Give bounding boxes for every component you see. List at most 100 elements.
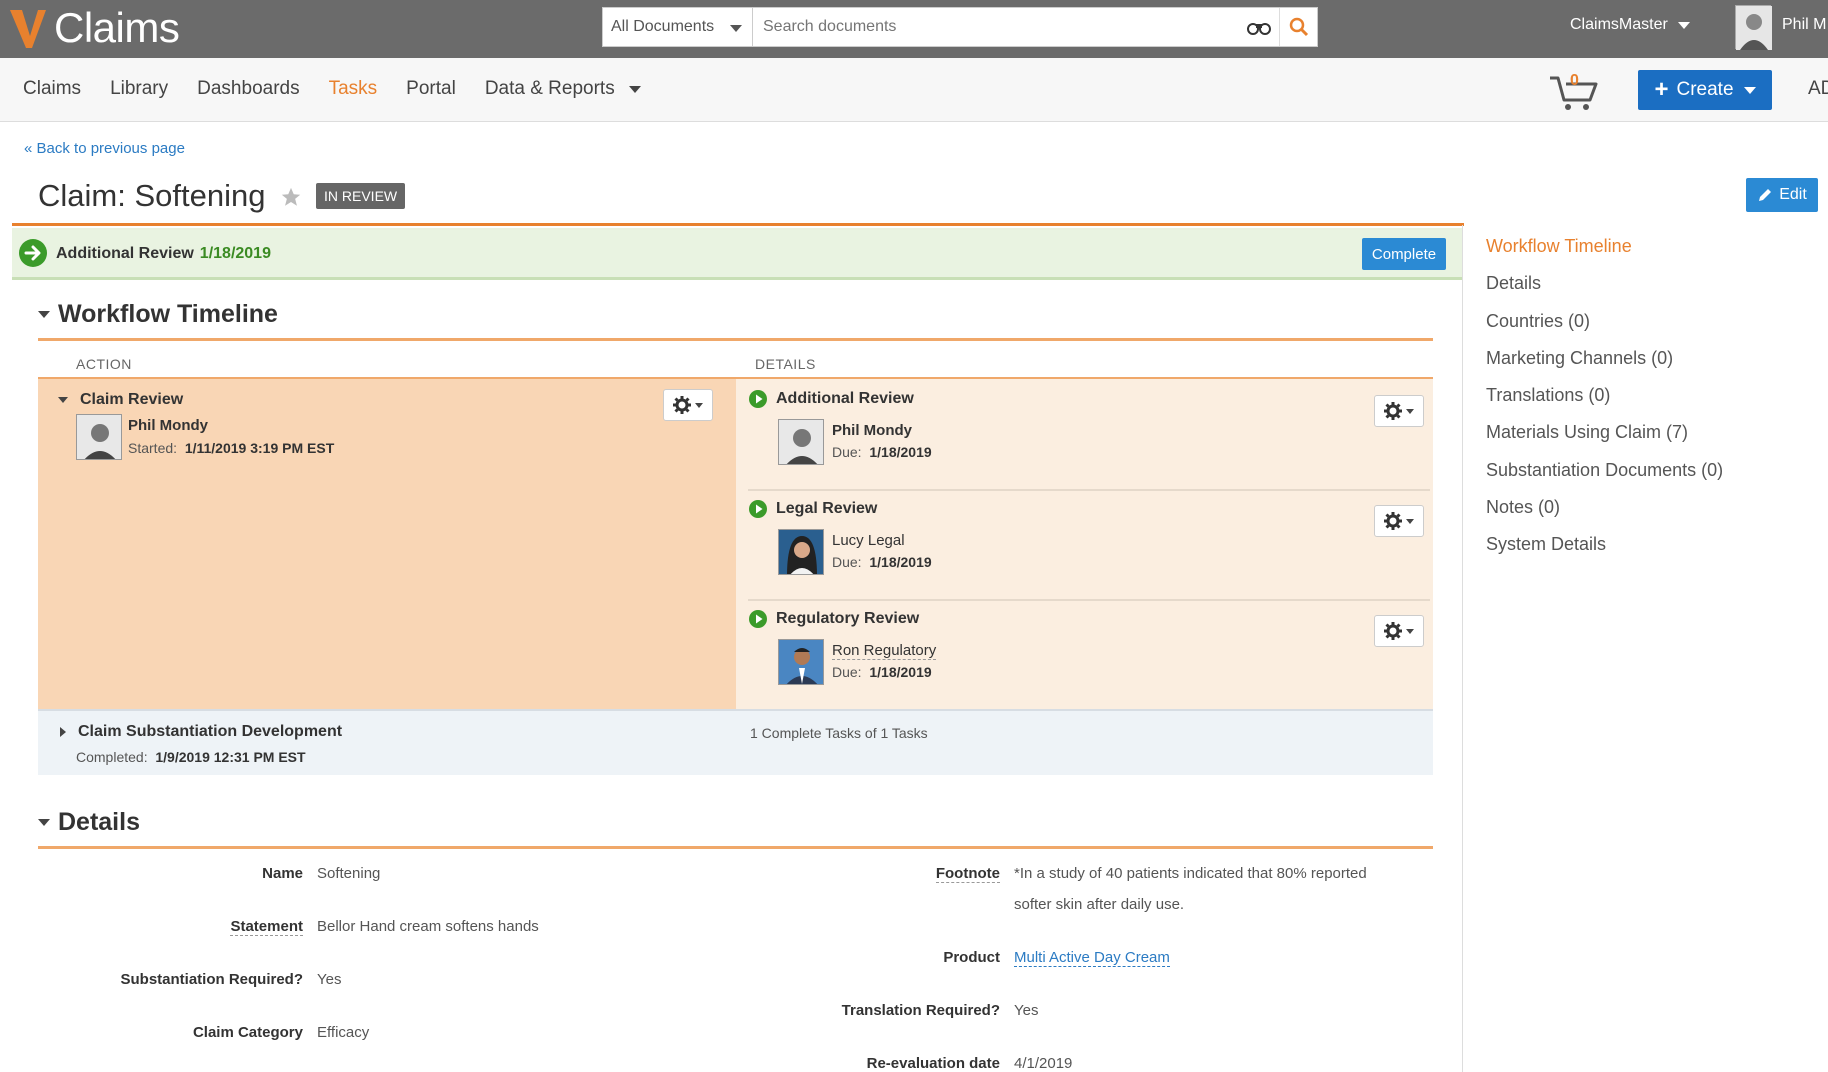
substantiation-toggle[interactable]: Claim Substantiation Development bbox=[60, 723, 342, 741]
search-scope-dropdown[interactable]: All Documents bbox=[603, 8, 753, 46]
assignee-name[interactable]: Lucy Legal bbox=[832, 532, 905, 549]
chevron-down-icon bbox=[1406, 628, 1414, 634]
field-label-substantiation-required: Substantiation Required? bbox=[120, 971, 303, 988]
nav-portal[interactable]: Portal bbox=[406, 78, 456, 100]
section-nav: Workflow Timeline Details Countries (0) … bbox=[1486, 232, 1723, 568]
product-link[interactable]: Multi Active Day Cream bbox=[1014, 949, 1170, 967]
nav-data-reports[interactable]: Data & Reports bbox=[485, 78, 641, 100]
nav-library[interactable]: Library bbox=[110, 78, 168, 100]
section-nav-notes[interactable]: Notes (0) bbox=[1486, 493, 1723, 530]
cart-count-badge: 0 bbox=[1570, 72, 1579, 89]
user-name[interactable]: Phil M bbox=[1782, 16, 1826, 34]
section-nav-system-details[interactable]: System Details bbox=[1486, 530, 1723, 567]
field-value-footnote-line1: *In a study of 40 patients indicated tha… bbox=[1014, 865, 1367, 882]
complete-button[interactable]: Complete bbox=[1362, 238, 1446, 270]
section-nav-materials-using-claim[interactable]: Materials Using Claim (7) bbox=[1486, 418, 1723, 455]
vault-switcher[interactable]: ClaimsMaster bbox=[1570, 16, 1690, 34]
binoculars-icon[interactable] bbox=[1239, 8, 1279, 46]
task-item: Legal Review Lucy Legal Due: 1/18/2019 bbox=[748, 489, 1430, 599]
column-header-details: DETAILS bbox=[755, 356, 816, 372]
nav-tasks[interactable]: Tasks bbox=[329, 78, 378, 100]
completed-meta: Completed: 1/9/2019 12:31 PM EST bbox=[76, 749, 306, 765]
gear-icon bbox=[1384, 622, 1402, 640]
claim-review-actions-menu[interactable] bbox=[663, 389, 713, 421]
nav-label: Portal bbox=[406, 78, 456, 99]
field-value-footnote-line2: softer skin after daily use. bbox=[1014, 896, 1185, 913]
play-circle-icon bbox=[749, 610, 767, 628]
caret-down-icon bbox=[38, 311, 50, 318]
section-nav-substantiation-documents[interactable]: Substantiation Documents (0) bbox=[1486, 456, 1723, 493]
v-logo-icon bbox=[10, 10, 46, 48]
section-nav-marketing-channels[interactable]: Marketing Channels (0) bbox=[1486, 344, 1723, 381]
section-nav-translations[interactable]: Translations (0) bbox=[1486, 381, 1723, 418]
field-label-claim-category: Claim Category bbox=[192, 1024, 303, 1041]
field-label-statement: Statement bbox=[230, 918, 303, 936]
field-label-footnote: Footnote bbox=[935, 865, 1000, 883]
main-nav: Claims Library Dashboards Tasks Portal D… bbox=[0, 58, 1828, 122]
nav-label: Tasks bbox=[328, 78, 378, 99]
claim-review-toggle[interactable]: Claim Review bbox=[58, 391, 183, 409]
chevron-down-icon bbox=[1743, 86, 1756, 94]
assignee-name[interactable]: Phil Mondy bbox=[128, 417, 208, 434]
gear-icon bbox=[673, 396, 691, 414]
task-actions-menu[interactable] bbox=[1374, 395, 1424, 427]
app-logo[interactable]: Claims bbox=[8, 4, 180, 52]
tasks-summary: 1 Complete Tasks of 1 Tasks bbox=[750, 725, 928, 741]
field-value-statement: Bellor Hand cream softens hands bbox=[317, 918, 539, 935]
star-icon[interactable] bbox=[280, 186, 302, 208]
meta-value: 1/18/2019 bbox=[869, 554, 932, 570]
section-divider bbox=[38, 338, 1433, 341]
search-input[interactable] bbox=[753, 8, 1239, 46]
workflow-timeline-heading[interactable]: Workflow Timeline bbox=[38, 300, 278, 329]
meta-label: Due: bbox=[832, 444, 862, 460]
caret-right-icon bbox=[60, 727, 66, 737]
nav-claims[interactable]: Claims bbox=[23, 78, 81, 100]
due-meta: Due: 1/18/2019 bbox=[832, 444, 932, 460]
section-nav-countries[interactable]: Countries (0) bbox=[1486, 307, 1723, 344]
avatar[interactable] bbox=[1735, 5, 1772, 50]
claim-review-title: Claim Review bbox=[80, 391, 184, 408]
section-nav-details[interactable]: Details bbox=[1486, 269, 1723, 306]
avatar bbox=[76, 414, 122, 460]
assignee-name[interactable]: Ron Regulatory bbox=[832, 642, 937, 660]
task-title-label: Additional Review bbox=[776, 390, 914, 407]
task-details: Additional Review Phil Mondy Due: 1/18/2… bbox=[736, 379, 1433, 709]
edit-label: Edit bbox=[1779, 186, 1807, 203]
task-title-label: Regulatory Review bbox=[776, 610, 920, 627]
task-actions-menu[interactable] bbox=[1374, 505, 1424, 537]
top-bar: Claims All Documents ClaimsMaster bbox=[0, 0, 1828, 58]
arrow-circle-icon bbox=[19, 239, 47, 267]
edit-button[interactable]: Edit bbox=[1746, 178, 1818, 212]
nav-admin[interactable]: AD bbox=[1808, 78, 1828, 100]
substantiation-title: Claim Substantiation Development bbox=[78, 723, 343, 740]
page-title: Claim: Softening bbox=[38, 178, 266, 213]
search-bar: All Documents bbox=[602, 7, 1318, 47]
started-meta: Started: 1/11/2019 3:19 PM EST bbox=[128, 440, 334, 456]
claim-substantiation-row: Claim Substantiation Development Complet… bbox=[38, 709, 1433, 775]
task-title: Additional Review bbox=[748, 389, 914, 409]
task-title: Regulatory Review bbox=[748, 609, 919, 629]
assignee-name[interactable]: Phil Mondy bbox=[832, 422, 912, 439]
back-link[interactable]: « Back to previous page bbox=[24, 140, 185, 157]
details-heading[interactable]: Details bbox=[38, 808, 140, 837]
field-value-translation-required: Yes bbox=[1014, 1002, 1039, 1019]
field-label-name: Name bbox=[262, 865, 303, 882]
due-meta: Due: 1/18/2019 bbox=[832, 664, 932, 680]
nav-label: Dashboards bbox=[197, 78, 300, 99]
section-nav-workflow-timeline[interactable]: Workflow Timeline bbox=[1486, 232, 1723, 269]
meta-value: 1/18/2019 bbox=[869, 444, 932, 460]
nav-dashboards[interactable]: Dashboards bbox=[197, 78, 299, 100]
task-title-label: Legal Review bbox=[776, 500, 878, 517]
meta-value: 1/9/2019 12:31 PM EST bbox=[155, 749, 306, 765]
gear-icon bbox=[1384, 402, 1402, 420]
claim-review-action: Claim Review Phil Mondy Started: 1/11/20… bbox=[38, 379, 736, 709]
caret-down-icon bbox=[58, 397, 68, 403]
nav-label: Data & Reports bbox=[484, 78, 615, 99]
field-label-translation-required: Translation Required? bbox=[841, 1002, 1000, 1019]
task-actions-menu[interactable] bbox=[1374, 615, 1424, 647]
chevron-down-icon bbox=[1406, 518, 1414, 524]
search-button[interactable] bbox=[1279, 8, 1317, 46]
play-circle-icon bbox=[749, 390, 767, 408]
create-button[interactable]: + Create bbox=[1638, 70, 1772, 110]
meta-label: Started: bbox=[128, 440, 178, 456]
